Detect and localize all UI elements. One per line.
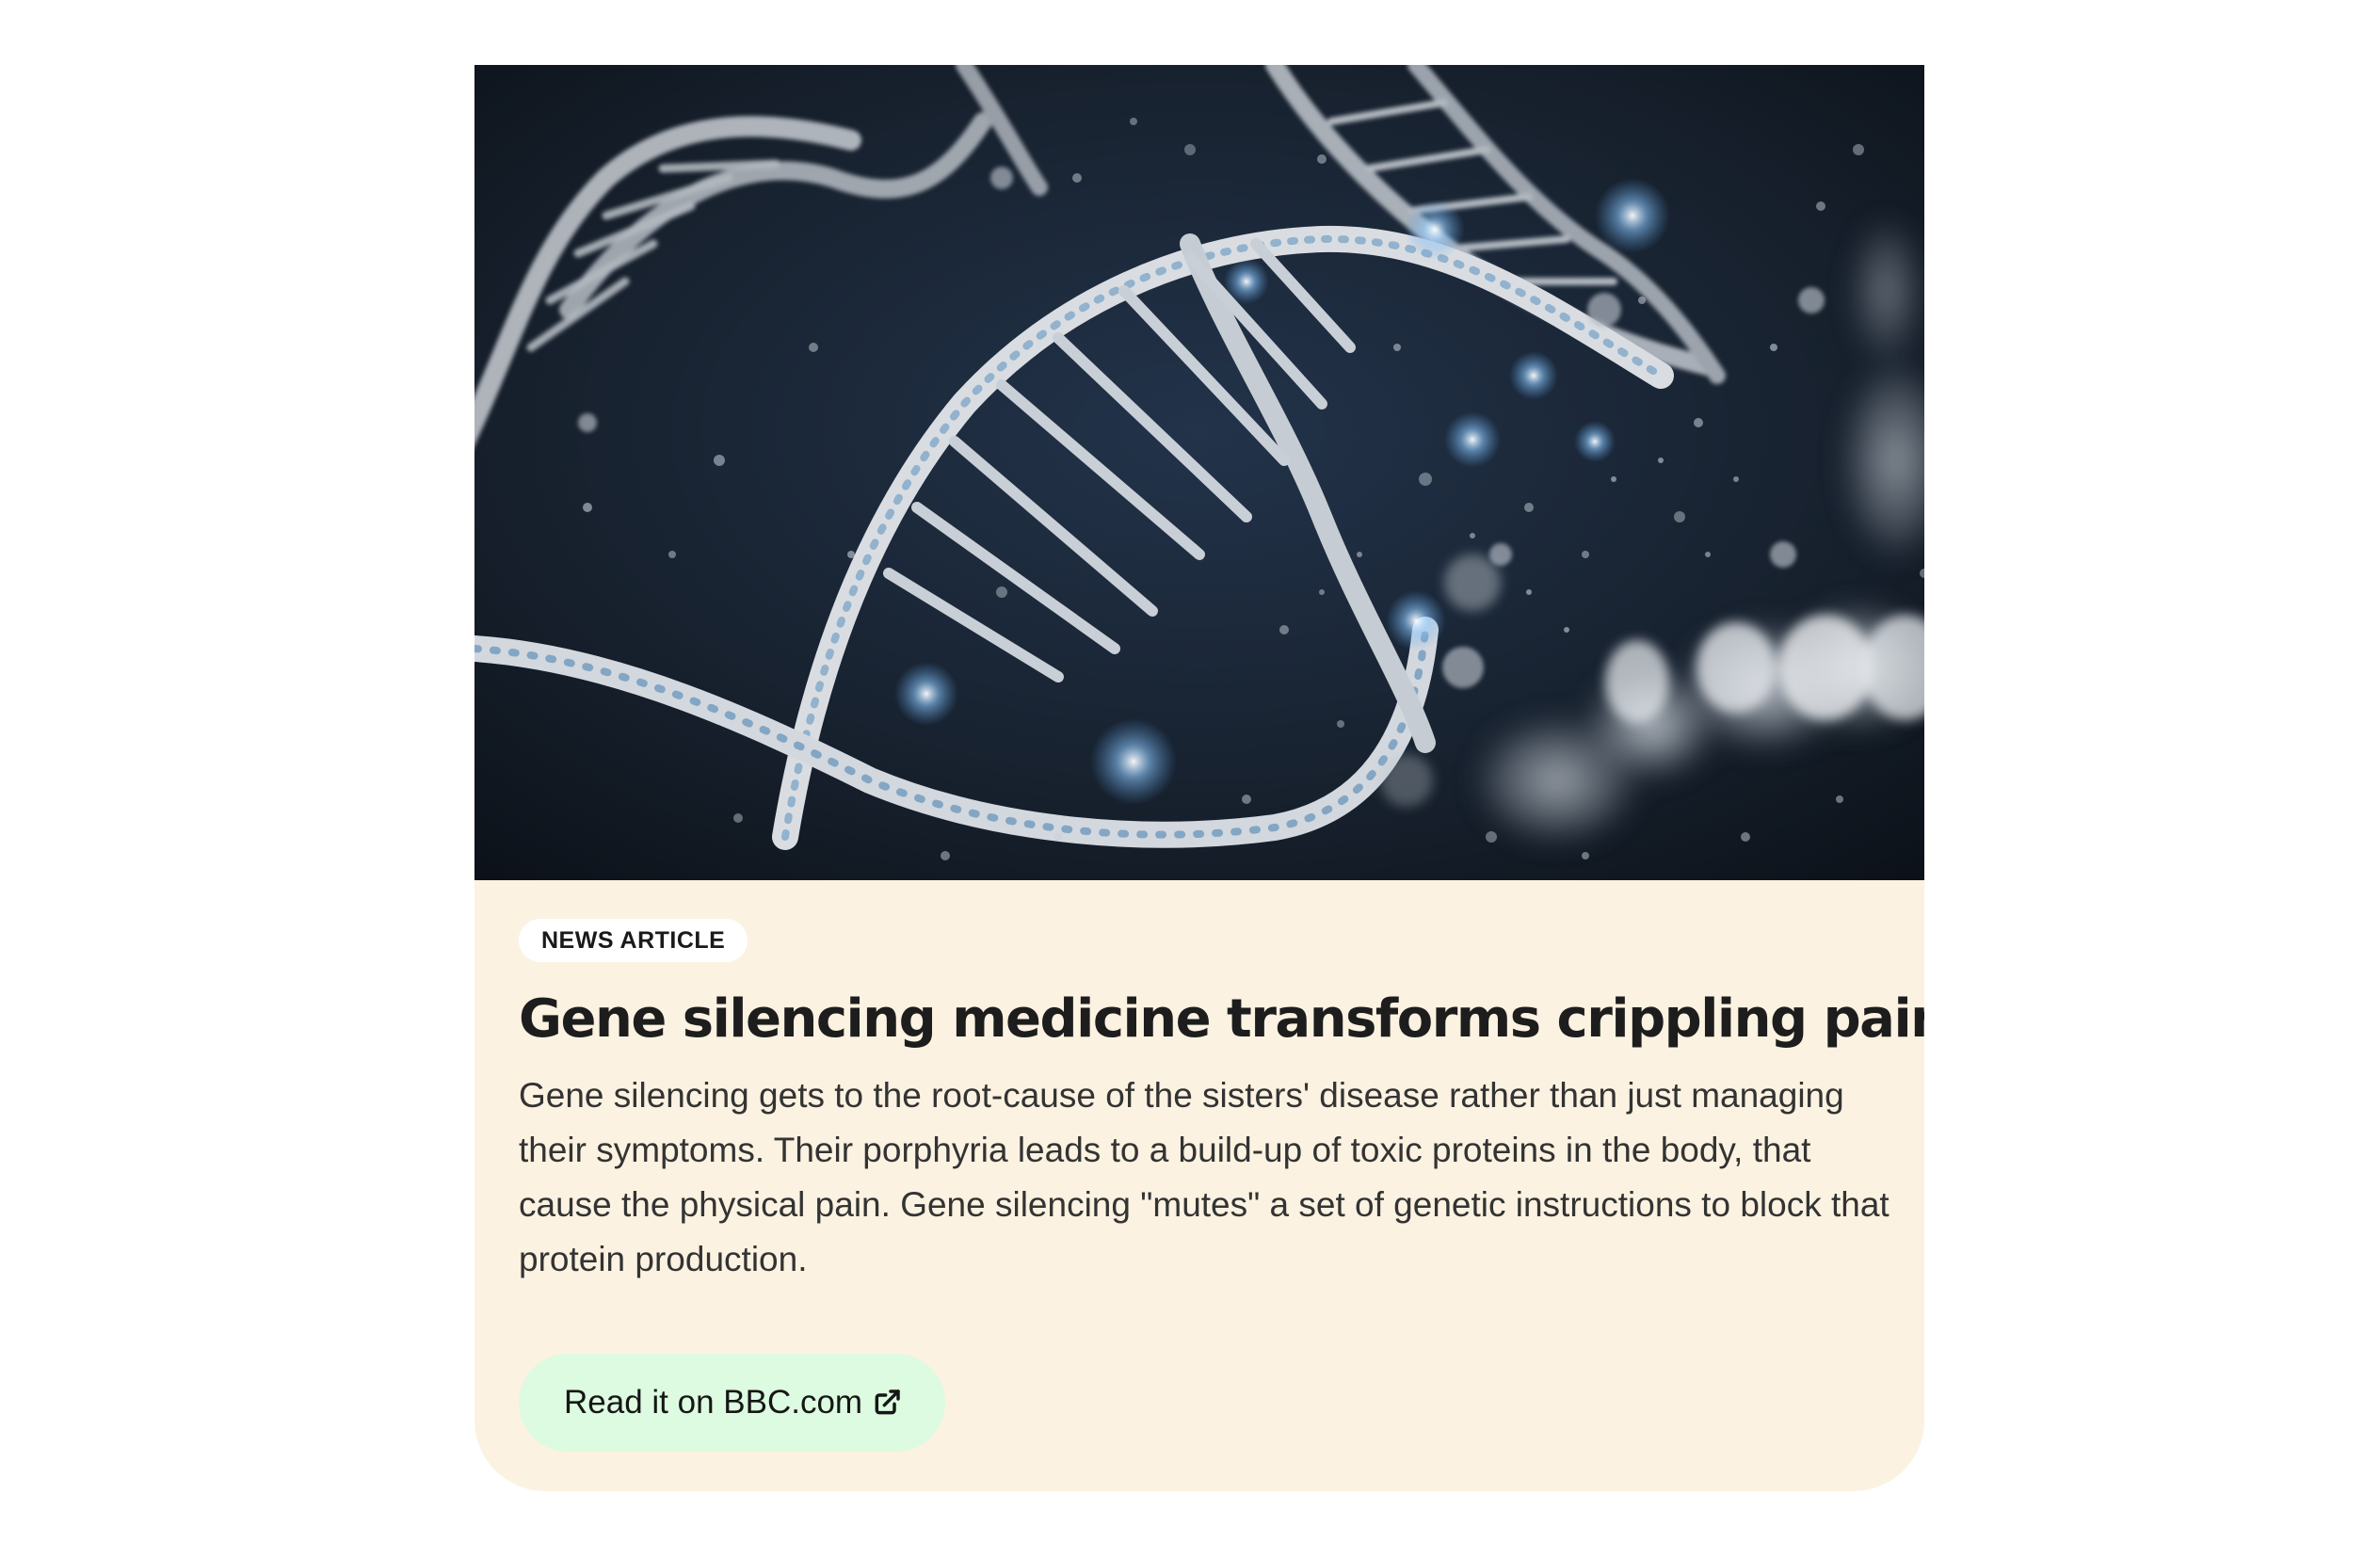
article-hero-image [474,65,1924,880]
read-on-bbc-button[interactable]: Read it on BBC.com [519,1354,946,1452]
read-on-bbc-label: Read it on BBC.com [564,1384,863,1421]
article-description: Gene silencing gets to the root-cause of… [519,1076,1890,1278]
article-card: NEWS ARTICLE Gene silencing medicine tra… [474,65,1924,1491]
article-title: Gene silencing medicine transforms cripp… [519,988,1924,1050]
content-type-badge: NEWS ARTICLE [519,919,748,962]
external-link-icon [872,1388,902,1418]
